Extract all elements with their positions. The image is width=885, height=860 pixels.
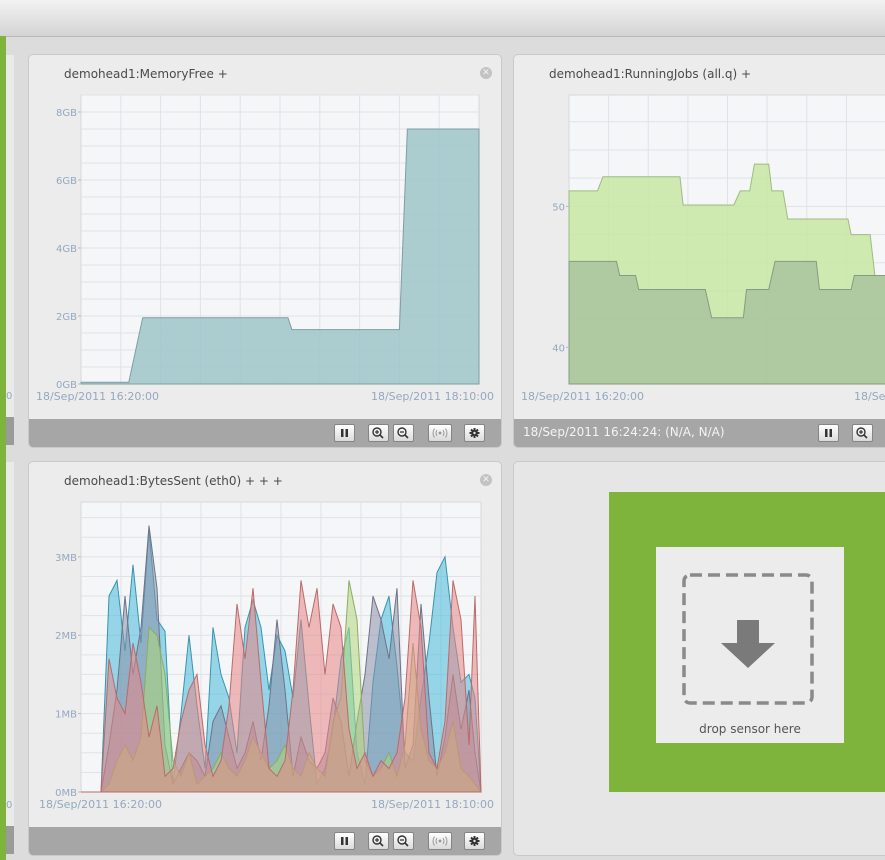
pause-button[interactable]	[334, 424, 355, 442]
gear-icon	[469, 428, 480, 438]
drop-zone-card: drop sensor here	[656, 547, 844, 743]
panel-footer	[29, 827, 501, 855]
settings-button[interactable]	[464, 832, 485, 850]
zoom-in-button[interactable]	[368, 424, 389, 442]
pause-icon	[341, 837, 348, 845]
y-tick-label: 3MB	[55, 553, 77, 564]
broadcast-icon	[432, 428, 448, 438]
x-end-label: 18/Se	[854, 390, 885, 403]
panel-bytes-sent: demohead1:BytesSent (eth0) + + + ✕ 0MB 1M…	[28, 461, 502, 856]
zoom-in-icon	[372, 835, 384, 847]
memory-free-chart: 0GB2GB4GB6GB8GB18/Sep/2011 16:20:00 18/Se…	[36, 94, 494, 403]
drop-zone-panel: drop sensor here	[513, 461, 885, 856]
panel-footer	[29, 419, 501, 447]
y-tick-label: 8GB	[56, 108, 77, 119]
live-button[interactable]	[428, 832, 452, 850]
y-tick-label: 2GB	[56, 312, 77, 323]
pause-button[interactable]	[818, 424, 839, 442]
x-start-label: 18/Sep/2011 16:20:00	[36, 390, 159, 403]
running-jobs-chart: 40 50 18/Sep/2011 16:20:00 18/Se	[521, 94, 885, 403]
zoom-out-button[interactable]	[393, 424, 414, 442]
y-tick-label: 40	[552, 343, 565, 354]
pause-icon	[825, 429, 832, 437]
zoom-in-icon	[372, 427, 384, 439]
panel-footer: 18/Sep/2011 16:24:24: (N/A, N/A)	[514, 419, 885, 447]
drop-zone-label: drop sensor here	[699, 722, 801, 736]
partial-panel-left-top-footer	[6, 417, 14, 445]
zoom-out-icon	[397, 427, 409, 439]
live-button[interactable]	[428, 424, 452, 442]
partial-panel-left-top: 0	[6, 55, 14, 445]
partial-panel-left-bottom: 0	[6, 462, 14, 854]
bytes-sent-chart: 0MB1MB2MB3MB18/Sep/2011 16:20:00 18/Sep/2…	[39, 501, 494, 811]
gear-icon	[469, 836, 480, 846]
drop-zone[interactable]: drop sensor here	[609, 492, 885, 792]
y-tick-label: 6GB	[56, 176, 77, 187]
partial-panel-left-top-tick: 0	[6, 391, 13, 402]
panel-running-jobs: demohead1:RunningJobs (all.q) + 40 50 18/S…	[513, 54, 885, 448]
y-tick-label: 50	[552, 202, 565, 213]
status-readout: 18/Sep/2011 16:24:24: (N/A, N/A)	[523, 425, 725, 439]
y-tick-label: 1MB	[55, 710, 77, 721]
settings-button[interactable]	[464, 424, 485, 442]
pause-button[interactable]	[334, 832, 355, 850]
broadcast-icon	[432, 836, 448, 846]
pause-icon	[341, 429, 348, 437]
zoom-in-icon	[856, 427, 868, 439]
y-tick-label: 4GB	[56, 244, 77, 255]
x-start-label: 18/Sep/2011 16:20:00	[521, 390, 644, 403]
x-end-label: 18/Sep/2011 18:10:00	[371, 798, 494, 811]
panel-memory-free: demohead1:MemoryFree + ✕ 0GB 2GB 4GB 6GB 8GB…	[28, 54, 502, 448]
down-arrow-icon	[682, 573, 814, 705]
zoom-out-button[interactable]	[393, 832, 414, 850]
y-tick-label: 2MB	[55, 631, 77, 642]
partial-panel-left-bottom-footer	[6, 826, 14, 854]
zoom-in-button[interactable]	[368, 832, 389, 850]
x-start-label: 18/Sep/2011 16:20:00	[39, 798, 162, 811]
zoom-in-button[interactable]	[852, 424, 873, 442]
partial-panel-left-bottom-tick: 0	[6, 800, 13, 811]
zoom-out-icon	[397, 835, 409, 847]
top-toolbar	[0, 0, 885, 37]
x-end-label: 18/Sep/2011 18:10:00	[371, 390, 494, 403]
